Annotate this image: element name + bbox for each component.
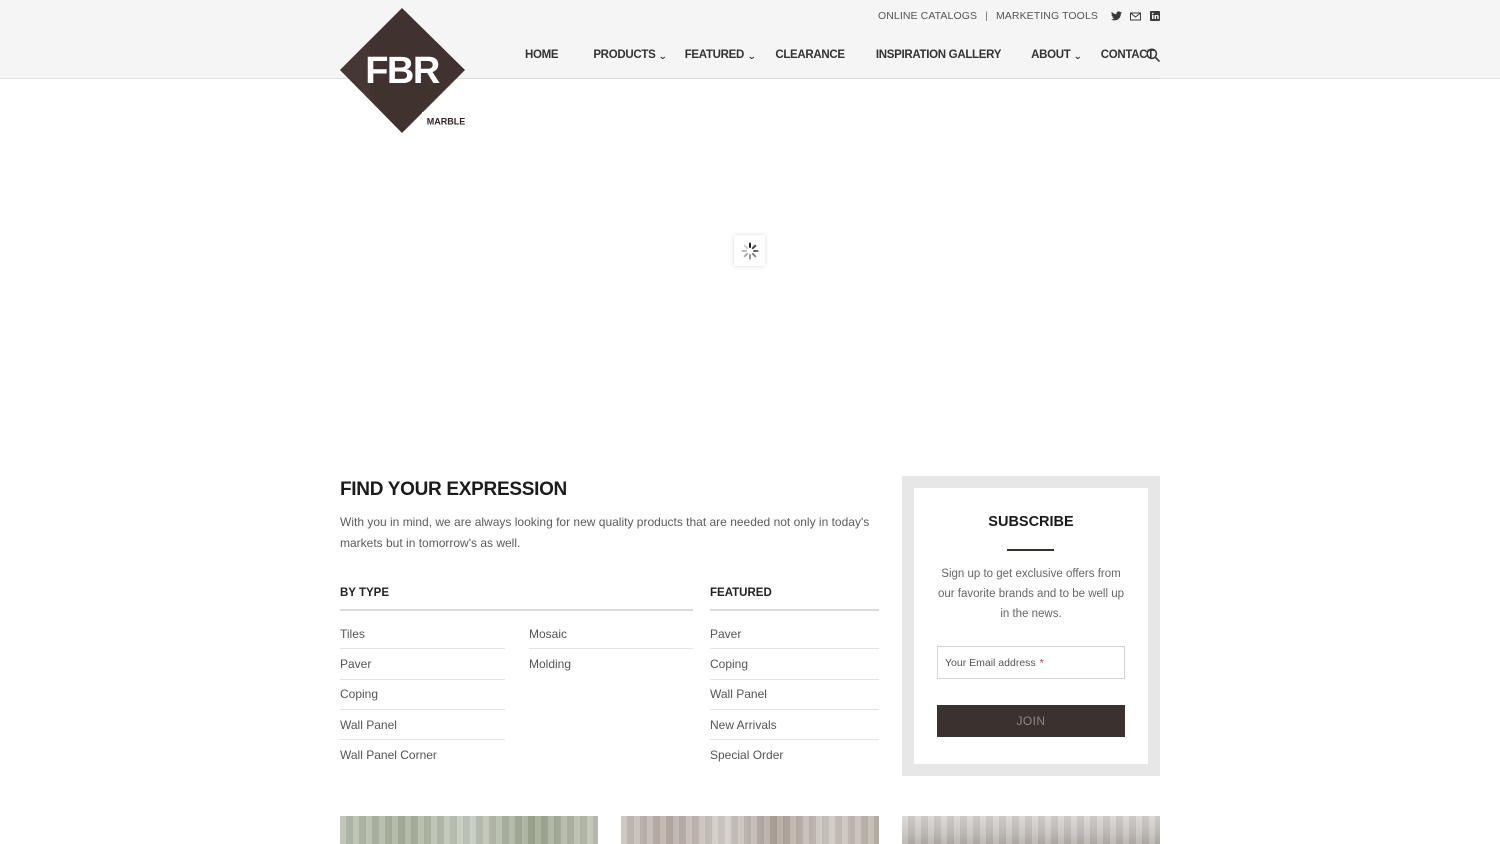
spinner-icon xyxy=(734,235,765,266)
intro-text: With you in mind, we are always looking … xyxy=(340,515,870,550)
nav-products-label: PRODUCTS xyxy=(593,49,656,61)
email-field[interactable]: Your Email address * xyxy=(937,646,1125,679)
social-icons xyxy=(1111,11,1160,22)
required-mark: * xyxy=(1039,656,1044,669)
nav-clearance[interactable]: CLEARANCE xyxy=(775,49,845,61)
nav-home[interactable]: HOME xyxy=(525,49,559,61)
featured-link-paver[interactable]: Paver xyxy=(710,619,879,650)
featured-link-new-arrivals[interactable]: New Arrivals xyxy=(710,710,879,741)
featured-link-wall-panel[interactable]: Wall Panel xyxy=(710,680,879,710)
utility-bar: ONLINE CATALOGS | MARKETING TOOLS xyxy=(878,9,1160,23)
by-type-list-1: Tiles Paver Coping Wall Panel Wall Panel… xyxy=(340,619,505,770)
search-icon[interactable] xyxy=(1146,48,1160,62)
chevron-down-icon: ⌄ xyxy=(1073,51,1083,61)
subscribe-text: Sign up to get exclusive offers from our… xyxy=(937,568,1125,620)
twitter-icon[interactable] xyxy=(1111,11,1122,22)
main-navigation: HOME PRODUCTS ⌄ FEATURED ⌄ CLEARANCE INS… xyxy=(525,46,1154,64)
featured-link-special-order[interactable]: Special Order xyxy=(710,740,879,770)
by-type-link-mosaic[interactable]: Mosaic xyxy=(529,619,693,650)
chevron-down-icon: ⌄ xyxy=(658,51,668,61)
gallery-thumbnail[interactable] xyxy=(621,816,879,844)
by-type-divider xyxy=(340,609,693,611)
nav-products[interactable]: PRODUCTS ⌄ xyxy=(593,48,668,62)
featured-link-coping[interactable]: Coping xyxy=(710,649,879,680)
by-type-link-molding[interactable]: Molding xyxy=(529,649,693,679)
header-background xyxy=(0,0,1500,79)
marketing-tools-link[interactable]: MARKETING TOOLS xyxy=(996,10,1098,22)
by-type-list-2: Mosaic Molding xyxy=(529,619,693,680)
featured-divider xyxy=(710,609,879,611)
section-title: FIND YOUR EXPRESSION xyxy=(340,479,567,500)
nav-inspiration-gallery[interactable]: INSPIRATION GALLERY xyxy=(876,49,1002,61)
nav-about[interactable]: ABOUT ⌄ xyxy=(1031,48,1083,62)
mail-icon[interactable] xyxy=(1130,11,1141,22)
subscribe-title-underline xyxy=(1007,549,1054,551)
by-type-link-coping[interactable]: Coping xyxy=(340,680,505,710)
nav-featured[interactable]: FEATURED ⌄ xyxy=(684,48,757,62)
by-type-link-tiles[interactable]: Tiles xyxy=(340,619,505,650)
join-button[interactable]: JOIN xyxy=(937,705,1125,737)
by-type-heading: BY TYPE xyxy=(340,587,389,599)
gallery-thumbnail[interactable] xyxy=(340,816,598,844)
nav-about-label: ABOUT xyxy=(1031,49,1071,61)
featured-list: Paver Coping Wall Panel New Arrivals Spe… xyxy=(710,619,879,770)
featured-heading: FEATURED xyxy=(710,587,772,599)
fbr-marble-logo[interactable]: FBR MARBLE xyxy=(340,8,468,136)
gallery-thumbnail[interactable] xyxy=(902,816,1160,844)
chevron-down-icon: ⌄ xyxy=(747,51,757,61)
by-type-link-wall-panel[interactable]: Wall Panel xyxy=(340,710,505,741)
logo-subtext: MARBLE xyxy=(427,117,466,127)
email-placeholder: Your Email address xyxy=(945,656,1036,669)
by-type-link-paver[interactable]: Paver xyxy=(340,649,505,680)
utility-separator: | xyxy=(985,10,988,22)
online-catalogs-link[interactable]: ONLINE CATALOGS xyxy=(878,10,977,22)
linkedin-icon[interactable] xyxy=(1149,11,1160,22)
nav-featured-label: FEATURED xyxy=(684,49,745,61)
logo-text: FBR xyxy=(365,50,440,92)
subscribe-title: SUBSCRIBE xyxy=(988,514,1074,530)
by-type-link-wall-panel-corner[interactable]: Wall Panel Corner xyxy=(340,740,505,770)
